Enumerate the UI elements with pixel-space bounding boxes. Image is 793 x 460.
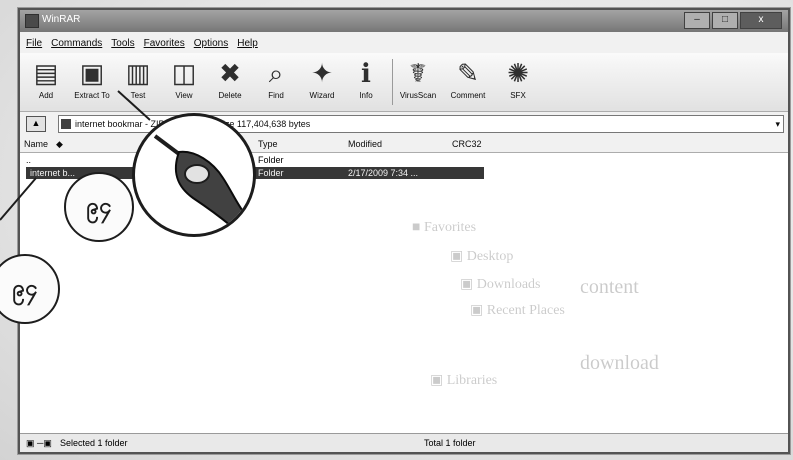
- arrow-to-selected-folder: [0, 177, 37, 221]
- arrow-to-extract-to: [117, 90, 151, 121]
- step-number-circle: ၉၄: [64, 172, 134, 242]
